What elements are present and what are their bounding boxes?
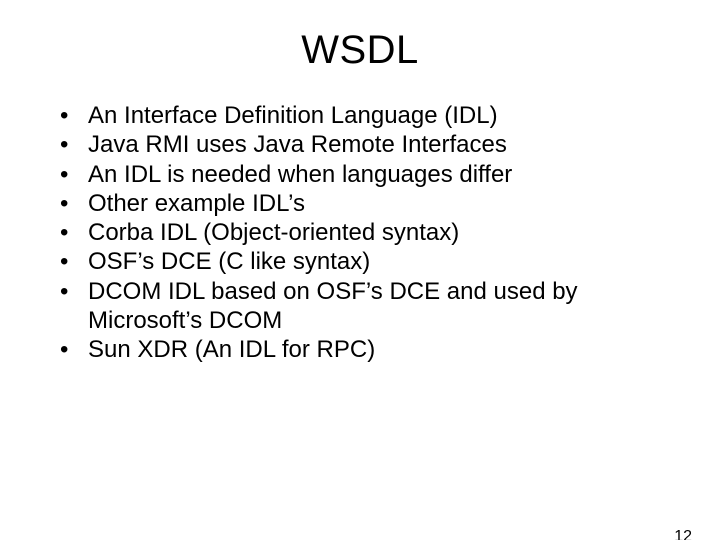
bullet-dot-icon: • [54,160,88,189]
bullet-dot-icon: • [54,335,88,364]
slide-title: WSDL [0,28,720,73]
list-item: • DCOM IDL based on OSF’s DCE and used b… [54,277,666,336]
list-item: • Corba IDL (Object-oriented syntax) [54,218,666,247]
bullet-text: Sun XDR (An IDL for RPC) [88,335,666,364]
bullet-text: DCOM IDL based on OSF’s DCE and used by … [88,277,666,336]
bullet-dot-icon: • [54,247,88,276]
list-item: • OSF’s DCE (C like syntax) [54,247,666,276]
bullet-text: An Interface Definition Language (IDL) [88,101,666,130]
list-item: • An IDL is needed when languages differ [54,160,666,189]
list-item: • Sun XDR (An IDL for RPC) [54,335,666,364]
slide-body: • An Interface Definition Language (IDL)… [0,101,720,364]
bullet-text: Corba IDL (Object-oriented syntax) [88,218,666,247]
bullet-dot-icon: • [54,130,88,159]
bullet-list: • An Interface Definition Language (IDL)… [54,101,666,364]
bullet-text: Other example IDL’s [88,189,666,218]
slide: WSDL • An Interface Definition Language … [0,28,720,540]
bullet-text: An IDL is needed when languages differ [88,160,666,189]
bullet-dot-icon: • [54,277,88,306]
bullet-dot-icon: • [54,189,88,218]
list-item: • Java RMI uses Java Remote Interfaces [54,130,666,159]
bullet-text: Java RMI uses Java Remote Interfaces [88,130,666,159]
bullet-dot-icon: • [54,101,88,130]
list-item: • An Interface Definition Language (IDL) [54,101,666,130]
list-item: • Other example IDL’s [54,189,666,218]
bullet-dot-icon: • [54,218,88,247]
page-number: 12 [674,528,692,540]
bullet-text: OSF’s DCE (C like syntax) [88,247,666,276]
